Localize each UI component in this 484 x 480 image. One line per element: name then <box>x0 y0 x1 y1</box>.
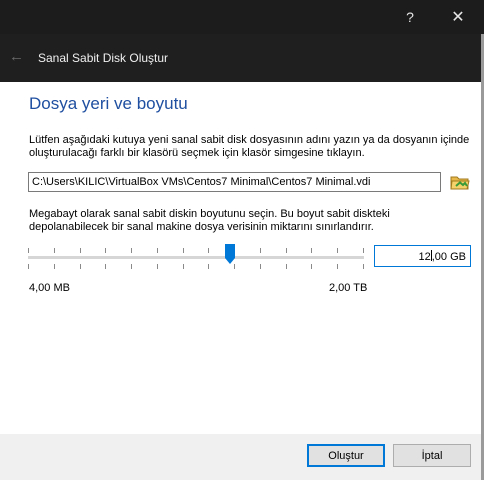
file-path-input[interactable]: C:\Users\KILIC\VirtualBox VMs\Centos7 Mi… <box>28 172 441 192</box>
location-description: Lütfen aşağıdaki kutuya yeni sanal sabit… <box>29 134 470 159</box>
slider-tick <box>337 248 338 253</box>
slider-tick <box>208 248 209 253</box>
slider-tick <box>105 248 106 253</box>
slider-tick <box>28 264 29 269</box>
help-button[interactable]: ? <box>395 0 425 34</box>
slider-tick <box>363 248 364 253</box>
slider-tick <box>157 248 158 253</box>
slider-tick <box>131 248 132 253</box>
slider-tick <box>260 264 261 269</box>
slider-tick <box>28 248 29 253</box>
close-button[interactable]: ✕ <box>440 0 476 34</box>
slider-tick <box>183 264 184 269</box>
wizard-header: ← Sanal Sabit Disk Oluştur <box>0 34 484 82</box>
slider-tick <box>183 248 184 253</box>
slider-tick <box>311 248 312 253</box>
size-input[interactable]: 12,00 GB <box>374 245 471 267</box>
dialog-footer: Oluştur İptal <box>0 434 481 480</box>
slider-tick <box>80 248 81 253</box>
slider-tick <box>311 264 312 269</box>
back-arrow-icon[interactable]: ← <box>9 48 24 65</box>
slider-tick <box>337 264 338 269</box>
slider-track <box>28 256 364 259</box>
slider-thumb[interactable] <box>225 244 235 264</box>
slider-max-label: 2,00 TB <box>329 282 368 294</box>
slider-min-label: 4,00 MB <box>29 282 70 294</box>
size-value-part1: 12 <box>418 251 431 263</box>
slider-tick <box>131 264 132 269</box>
slider-tick <box>363 264 364 269</box>
create-button[interactable]: Oluştur <box>307 444 385 467</box>
page-title: Dosya yeri ve boyutu <box>29 94 188 113</box>
cancel-button[interactable]: İptal <box>393 444 471 467</box>
window-titlebar: ? ✕ <box>0 0 484 34</box>
slider-tick <box>157 264 158 269</box>
slider-tick <box>286 264 287 269</box>
folder-icon[interactable] <box>450 172 470 192</box>
slider-tick <box>54 264 55 269</box>
size-value-part2: ,00 GB <box>431 251 466 263</box>
slider-tick <box>80 264 81 269</box>
slider-tick <box>208 264 209 269</box>
size-slider[interactable] <box>28 244 364 284</box>
size-description: Megabayt olarak sanal sabit diskin boyut… <box>29 208 390 233</box>
slider-tick <box>286 248 287 253</box>
slider-tick <box>105 264 106 269</box>
slider-tick <box>260 248 261 253</box>
slider-tick <box>234 264 235 269</box>
slider-tick <box>54 248 55 253</box>
wizard-title: Sanal Sabit Disk Oluştur <box>38 51 169 65</box>
